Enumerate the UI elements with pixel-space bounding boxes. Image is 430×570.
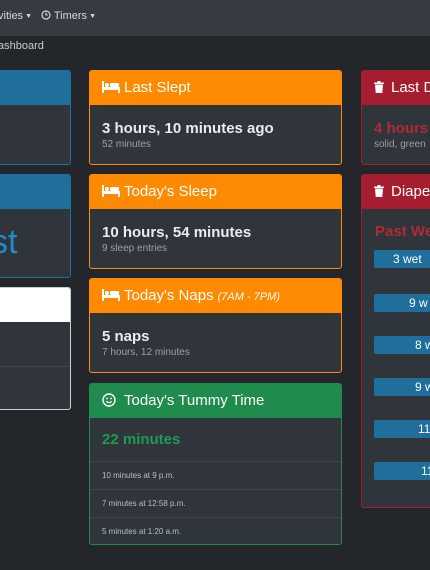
todays-naps-detail: 7 hours, 12 minutes xyxy=(102,347,190,358)
bed-icon xyxy=(102,279,120,313)
todays-sleep-card[interactable]: Today's Sleep 10 hours, 54 minutes 9 sle… xyxy=(89,174,342,269)
left-card-2: st xyxy=(0,174,71,278)
tummy-divider xyxy=(90,517,341,518)
tummy-entry: 7 minutes at 12:58 p.m. xyxy=(102,499,186,508)
left-card-2-value: st xyxy=(0,223,18,261)
todays-naps-title: Today's Naps xyxy=(124,287,214,304)
left-card-1-header xyxy=(0,71,70,105)
breadcrumb-dashboard: ashboard xyxy=(0,40,44,52)
tummy-time-header: Today's Tummy Time xyxy=(90,384,341,418)
diaper-week-header: Diape xyxy=(362,175,430,209)
todays-naps-card[interactable]: Today's Naps (7AM - 7PM) 5 naps 7 hours, … xyxy=(89,278,342,373)
smile-icon xyxy=(102,384,120,418)
todays-naps-header: Today's Naps (7AM - 7PM) xyxy=(90,279,341,313)
left-card-2-header xyxy=(0,175,70,209)
last-slept-card[interactable]: Last Slept 3 hours, 10 minutes ago 52 mi… xyxy=(89,70,342,165)
last-diaper-title: Last D xyxy=(391,79,430,96)
tummy-time-value: 22 minutes xyxy=(102,431,181,448)
diaper-bar: 9 w xyxy=(374,378,430,396)
diaper-bar: 11 xyxy=(374,420,430,438)
nav-activities-dropdown[interactable]: vities ▼ xyxy=(0,10,32,22)
last-slept-value: 3 hours, 10 minutes ago xyxy=(102,120,274,137)
caret-down-icon: ▼ xyxy=(89,13,96,20)
tummy-entry: 5 minutes at 1:20 a.m. xyxy=(102,527,182,536)
todays-sleep-value: 10 hours, 54 minutes xyxy=(102,224,252,241)
bed-icon xyxy=(102,175,120,209)
last-diaper-detail: solid, green xyxy=(374,139,426,150)
nav-activities-label: vities xyxy=(0,10,24,22)
breadcrumb: ashboard xyxy=(0,40,44,52)
diaper-week-card[interactable]: Diape Past We 3 wet 9 w 8 w 9 w 11 11 xyxy=(361,174,430,508)
left-card-3-header xyxy=(0,288,70,322)
last-diaper-value: 4 hours xyxy=(374,120,429,137)
last-slept-detail: 52 minutes xyxy=(102,139,151,150)
left-card-1 xyxy=(0,70,71,165)
diaper-week-title: Diape xyxy=(391,183,430,200)
tummy-time-title: Today's Tummy Time xyxy=(124,392,265,409)
todays-naps-value: 5 naps xyxy=(102,328,150,345)
tummy-time-card[interactable]: Today's Tummy Time 22 minutes 10 minutes… xyxy=(89,383,342,545)
left-card-3 xyxy=(0,287,71,410)
trash-icon xyxy=(374,71,387,105)
tummy-entry: 10 minutes at 9 p.m. xyxy=(102,471,175,480)
last-slept-title: Last Slept xyxy=(124,79,191,96)
todays-sleep-detail: 9 sleep entries xyxy=(102,243,168,254)
trash-icon xyxy=(374,175,387,209)
tummy-divider xyxy=(90,489,341,490)
tummy-divider xyxy=(90,461,341,462)
last-slept-header: Last Slept xyxy=(90,71,341,105)
diaper-bar: 3 wet xyxy=(374,250,430,268)
todays-sleep-header: Today's Sleep xyxy=(90,175,341,209)
nav-timers-dropdown[interactable]: Timers ▼ xyxy=(41,10,96,22)
left-card-3-divider xyxy=(0,366,70,367)
caret-down-icon: ▼ xyxy=(25,13,32,20)
todays-naps-subtitle: (7AM - 7PM) xyxy=(217,291,280,303)
last-diaper-header: Last D xyxy=(362,71,430,105)
clock-icon xyxy=(41,10,51,20)
nav-timers-label: Timers xyxy=(53,10,88,22)
last-diaper-card[interactable]: Last D 4 hours solid, green xyxy=(361,70,430,165)
bed-icon xyxy=(102,71,120,105)
diaper-bar: 9 w xyxy=(374,294,430,312)
todays-sleep-title: Today's Sleep xyxy=(124,183,217,200)
diaper-bar: 11 xyxy=(374,462,430,480)
diaper-week-subheading: Past We xyxy=(375,223,430,240)
diaper-bar: 8 w xyxy=(374,336,430,354)
top-navbar: vities ▼ Timers ▼ xyxy=(0,0,430,36)
